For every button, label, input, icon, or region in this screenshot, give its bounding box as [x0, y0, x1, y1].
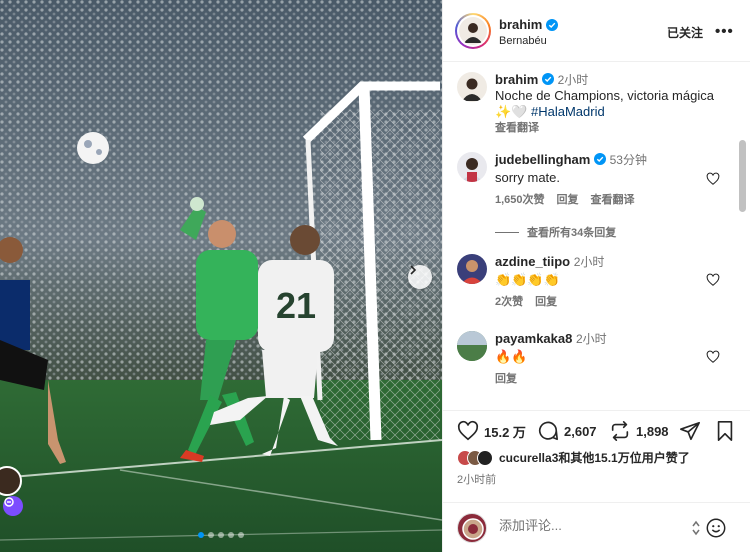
next-slide-button[interactable]: [408, 265, 432, 289]
commenter-avatar[interactable]: [457, 254, 487, 284]
author-avatar[interactable]: [455, 13, 491, 49]
repost-icon: [611, 421, 629, 441]
commenter-username[interactable]: payamkaka8: [495, 331, 572, 346]
comment-like-icon[interactable]: [706, 172, 720, 186]
post-header: brahim Bernabéu 已关注 •••: [443, 0, 750, 62]
comment-button[interactable]: 2,607: [537, 420, 597, 442]
verified-icon: [593, 153, 606, 165]
verified-icon: [541, 73, 554, 85]
comment-like-icon[interactable]: [706, 350, 720, 364]
verified-icon: [546, 18, 559, 31]
caption-time: 2小时: [557, 73, 589, 87]
save-button[interactable]: [715, 420, 735, 442]
share-button[interactable]: [679, 420, 701, 442]
like-count: 15.2 万: [484, 424, 526, 440]
resize-icon[interactable]: [691, 520, 701, 536]
carousel-dot: [228, 532, 234, 538]
repost-count: 1,898: [636, 423, 669, 439]
hashtag-link[interactable]: #HalaMadrid: [531, 104, 605, 119]
post-details-panel: brahim Bernabéu 已关注 ••• brahim 2小时 Noche…: [442, 0, 750, 552]
link-icon[interactable]: [3, 496, 23, 516]
repost-button[interactable]: 1,898: [609, 420, 669, 442]
carousel-dot: [198, 532, 204, 538]
view-replies-button[interactable]: 查看所有34条回复: [495, 224, 616, 240]
post-photo[interactable]: 21: [0, 0, 442, 552]
liked-by-text: cucurella3和其他15.1万位用户赞了: [499, 451, 690, 465]
see-translation-link[interactable]: 查看翻译: [495, 120, 715, 136]
liker-avatar: [477, 449, 493, 466]
comment-text: 🔥🔥: [495, 349, 528, 364]
comment-text: 👏👏👏👏: [495, 272, 560, 287]
reply-button[interactable]: 回复: [495, 371, 517, 387]
share-icon: [680, 421, 700, 441]
heart-icon: [457, 420, 479, 441]
carousel-indicator: [0, 532, 442, 538]
carousel-dot: [238, 532, 244, 538]
reply-button[interactable]: 回复: [535, 294, 557, 310]
comment-input[interactable]: [499, 518, 679, 533]
more-options-icon[interactable]: •••: [715, 23, 734, 40]
bookmark-icon: [717, 421, 733, 441]
comment-composer: [443, 502, 750, 552]
post-actions-bar: 15.2 万 2,607 1,898 cucurella3和其他15.1万位用户…: [443, 410, 750, 486]
comment-likes-count[interactable]: 1,650次赞: [495, 192, 545, 208]
comment-count: 2,607: [564, 423, 597, 439]
liked-by-row[interactable]: cucurella3和其他15.1万位用户赞了: [457, 449, 690, 466]
author-avatar-small[interactable]: [457, 72, 487, 102]
emoji-icon[interactable]: [705, 517, 727, 539]
post-timestamp: 2小时前: [457, 474, 497, 486]
replies-line: [495, 231, 519, 233]
comment-time: 53分钟: [609, 153, 647, 167]
commenter-avatar[interactable]: [457, 152, 487, 182]
following-button[interactable]: 已关注: [667, 24, 703, 41]
comment-icon: [538, 421, 558, 441]
carousel-dot: [218, 532, 224, 538]
post-location[interactable]: Bernabéu: [499, 35, 547, 47]
photo-illustration: 21: [0, 0, 442, 552]
commenter-username[interactable]: azdine_tiipo: [495, 254, 570, 269]
commenter-avatar[interactable]: [457, 331, 487, 361]
commenter-username[interactable]: judebellingham: [495, 152, 590, 167]
comments-scrollbar[interactable]: [739, 140, 746, 212]
comments-list: brahim 2小时 Noche de Champions, victoria …: [443, 62, 750, 410]
like-button[interactable]: 15.2 万: [457, 420, 526, 442]
see-translation-link[interactable]: 查看翻译: [591, 192, 635, 208]
caption-username[interactable]: brahim: [495, 72, 538, 87]
comment-text: sorry mate.: [495, 170, 561, 185]
jersey-number: 21: [276, 285, 316, 326]
comment-like-icon[interactable]: [706, 273, 720, 287]
comment-time: 2小时: [575, 332, 607, 346]
comment-likes-count[interactable]: 2次赞: [495, 294, 523, 310]
author-username[interactable]: brahim: [499, 17, 542, 32]
view-replies-label: 查看所有34条回复: [527, 227, 617, 239]
comment-time: 2小时: [573, 255, 605, 269]
reply-button[interactable]: 回复: [557, 192, 579, 208]
liked-by-avatars: [457, 449, 493, 466]
carousel-dot: [208, 532, 214, 538]
current-user-avatar: [457, 513, 487, 543]
